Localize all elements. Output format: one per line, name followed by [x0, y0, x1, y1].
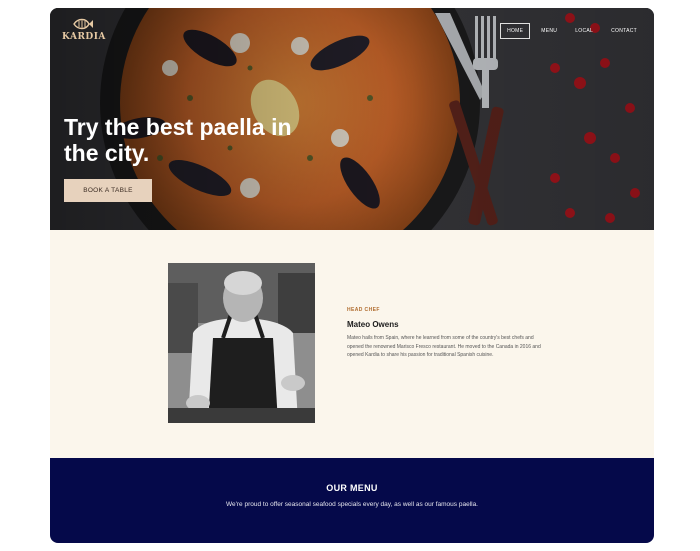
- hero-section: KARDIA HOME MENU LOCAL CONTACT Try the b…: [50, 8, 654, 230]
- book-table-button[interactable]: BOOK A TABLE: [64, 179, 152, 202]
- landing-page: KARDIA HOME MENU LOCAL CONTACT Try the b…: [50, 8, 654, 543]
- menu-title: OUR MENU: [326, 483, 378, 493]
- chef-bio: Mateo hails from Spain, where he learned…: [347, 335, 541, 358]
- chef-name: Mateo Owens: [347, 320, 399, 329]
- brand-name: KARDIA: [62, 32, 106, 42]
- chef-info: HEAD CHEF Mateo Owens Mateo hails from S…: [347, 307, 547, 360]
- nav-item-home[interactable]: HOME: [500, 23, 531, 39]
- nav-item-local[interactable]: LOCAL: [568, 23, 600, 39]
- nav-item-contact[interactable]: CONTACT: [604, 23, 644, 39]
- menu-section: OUR MENU We're proud to offer seasonal s…: [50, 458, 654, 543]
- menu-description: We're proud to offer seasonal seafood sp…: [226, 501, 478, 508]
- nav-item-menu[interactable]: MENU: [534, 23, 564, 39]
- fish-icon: [73, 18, 93, 30]
- chef-eyebrow: HEAD CHEF: [347, 307, 380, 313]
- hero-headline: Try the best paella in the city.: [64, 114, 292, 166]
- main-nav: HOME MENU LOCAL CONTACT: [500, 23, 644, 39]
- chef-photo: [168, 263, 315, 423]
- chef-photo-image: [168, 263, 315, 423]
- brand-logo[interactable]: KARDIA: [62, 18, 106, 42]
